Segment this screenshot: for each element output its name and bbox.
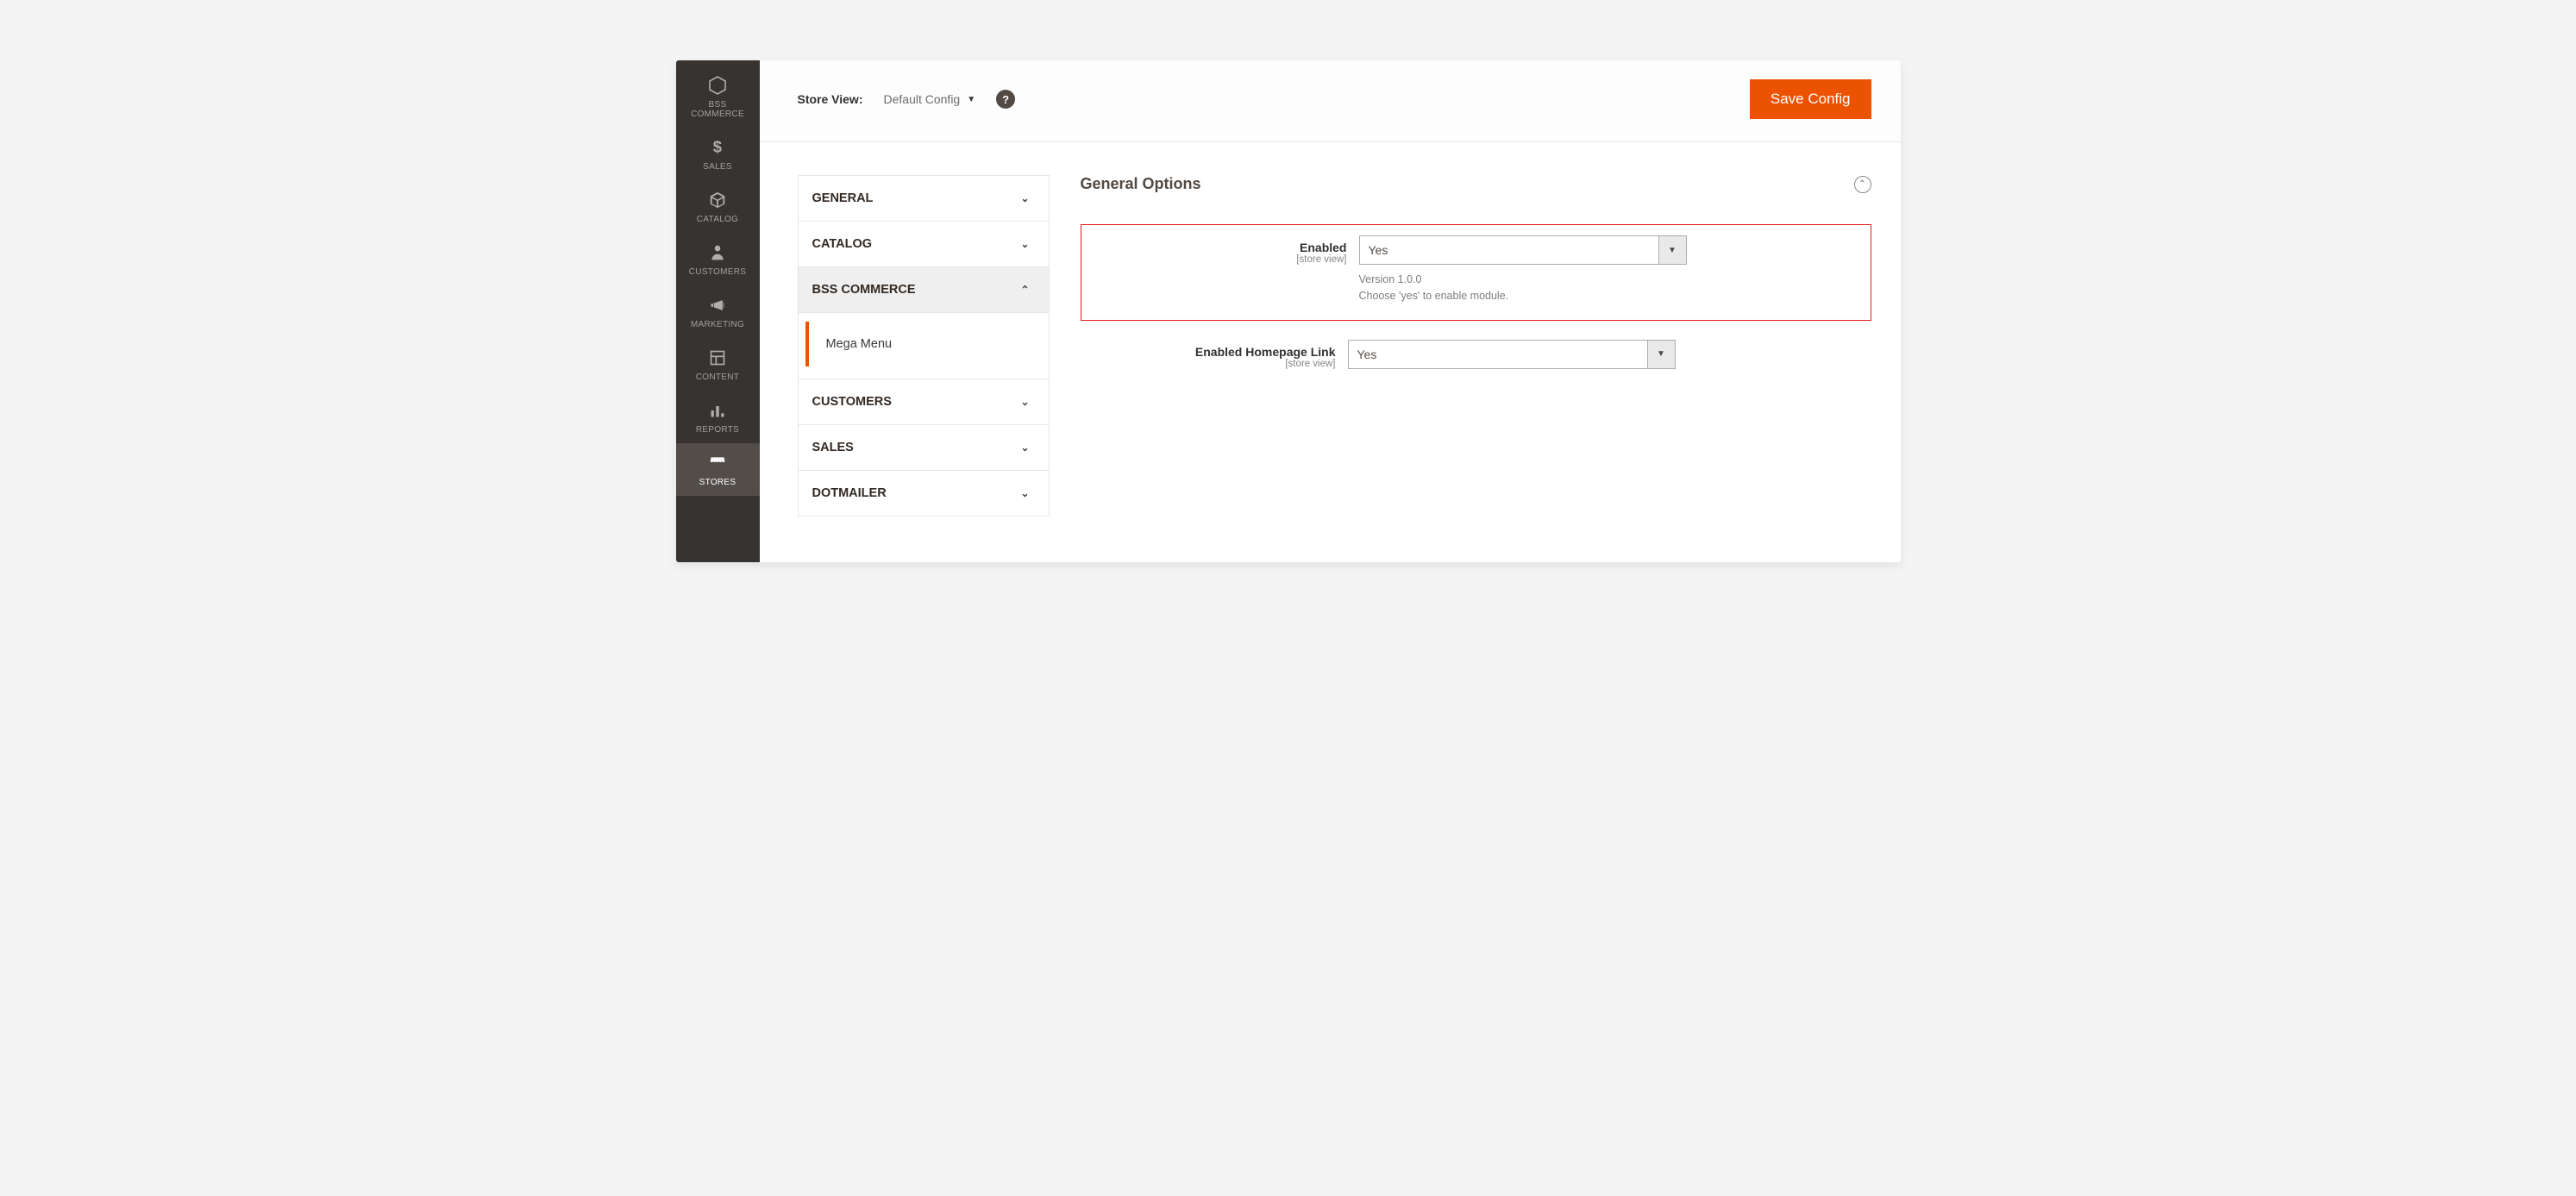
nav-label: SALES: [703, 162, 732, 172]
config-tabs: GENERAL ⌄ CATALOG ⌄ BSS COMMERCE ⌃ Mega …: [798, 175, 1050, 517]
nav-bss-commerce[interactable]: BSS COMMERCE: [676, 66, 760, 128]
admin-nav: BSS COMMERCE $ SALES CATALOG CUSTOMERS M…: [676, 60, 760, 562]
tab-catalog[interactable]: CATALOG ⌄: [799, 222, 1049, 267]
chevron-down-icon: ⌄: [1020, 396, 1029, 408]
field-label: Enabled Homepage Link [store view]: [1081, 340, 1336, 369]
nav-label: CONTENT: [696, 373, 739, 382]
bars-icon: [709, 399, 726, 422]
field-control: Yes ▼ Version 1.0.0 Choose 'yes' to enab…: [1359, 235, 1687, 304]
chevron-down-icon: ⌄: [1020, 238, 1029, 250]
scope-hint: [store view]: [1092, 254, 1347, 265]
field-enabled: Enabled [store view] Yes ▼ Version 1.0.0…: [1081, 224, 1871, 321]
chevron-down-icon: ⌄: [1020, 487, 1029, 499]
nav-label: CUSTOMERS: [689, 267, 746, 277]
enabled-select[interactable]: Yes ▼: [1359, 235, 1687, 265]
field-control: Yes ▼: [1348, 340, 1676, 369]
svg-text:$: $: [713, 138, 722, 156]
tab-customers[interactable]: CUSTOMERS ⌄: [799, 379, 1049, 425]
store-icon: [708, 452, 727, 474]
nav-sales[interactable]: $ SALES: [676, 128, 760, 180]
app-window: BSS COMMERCE $ SALES CATALOG CUSTOMERS M…: [676, 60, 1901, 562]
nav-catalog[interactable]: CATALOG: [676, 180, 760, 233]
note-line: Choose 'yes' to enable module.: [1359, 288, 1687, 304]
help-icon[interactable]: ?: [996, 90, 1015, 109]
collapse-icon[interactable]: ⌃: [1854, 176, 1871, 193]
nav-label: REPORTS: [696, 425, 739, 435]
scope-label: Store View:: [798, 92, 863, 106]
main: Store View: Default Config ▼ ? Save Conf…: [760, 60, 1901, 562]
nav-marketing[interactable]: MARKETING: [676, 285, 760, 338]
tab-label: BSS COMMERCE: [812, 283, 916, 297]
megaphone-icon: [708, 294, 727, 316]
select-value: Yes: [1360, 236, 1658, 264]
tab-sales[interactable]: SALES ⌄: [799, 425, 1049, 471]
box-icon: [708, 189, 727, 211]
content: GENERAL ⌄ CATALOG ⌄ BSS COMMERCE ⌃ Mega …: [760, 142, 1901, 517]
scope-value: Default Config: [884, 92, 961, 106]
tab-label: DOTMAILER: [812, 486, 887, 500]
tab-label: CUSTOMERS: [812, 395, 892, 409]
scope-switcher: Store View: Default Config ▼ ?: [798, 90, 1016, 109]
tab-label: GENERAL: [812, 191, 874, 205]
layout-icon: [709, 347, 726, 369]
dollar-icon: $: [708, 136, 727, 159]
tab-label: CATALOG: [812, 237, 873, 251]
nav-customers[interactable]: CUSTOMERS: [676, 233, 760, 285]
panel: General Options ⌃ Enabled [store view] Y…: [1081, 175, 1901, 517]
chevron-down-icon: ⌄: [1020, 192, 1029, 204]
chevron-up-icon: ⌃: [1020, 284, 1029, 296]
field-label: Enabled [store view]: [1092, 235, 1347, 265]
tab-label: SALES: [812, 441, 854, 454]
nav-label: MARKETING: [691, 320, 744, 329]
nav-stores[interactable]: STORES: [676, 443, 760, 496]
subtab-mega-menu[interactable]: Mega Menu: [805, 322, 1042, 366]
tab-dotmailer[interactable]: DOTMAILER ⌄: [799, 471, 1049, 517]
label-text: Enabled Homepage Link: [1081, 345, 1336, 359]
nav-label: STORES: [699, 478, 736, 487]
enabled-homepage-link-select[interactable]: Yes ▼: [1348, 340, 1676, 369]
tab-general[interactable]: GENERAL ⌄: [799, 176, 1049, 222]
nav-reports[interactable]: REPORTS: [676, 391, 760, 443]
scope-hint: [store view]: [1081, 359, 1336, 369]
panel-title: General Options: [1081, 175, 1201, 193]
chevron-down-icon: ⌄: [1020, 441, 1029, 454]
nav-label: CATALOG: [697, 215, 738, 224]
hexagon-icon: [707, 74, 728, 97]
person-icon: [709, 241, 726, 264]
tab-bss-commerce[interactable]: BSS COMMERCE ⌃: [799, 267, 1049, 313]
select-value: Yes: [1349, 341, 1647, 368]
page-header: Store View: Default Config ▼ ? Save Conf…: [760, 60, 1901, 142]
label-text: Enabled: [1092, 241, 1347, 254]
nav-content[interactable]: CONTENT: [676, 338, 760, 391]
nav-label: BSS COMMERCE: [691, 100, 744, 119]
panel-header: General Options ⌃: [1081, 175, 1871, 193]
note-line: Version 1.0.0: [1359, 272, 1687, 288]
save-config-button[interactable]: Save Config: [1750, 79, 1871, 119]
caret-down-icon: ▼: [1647, 341, 1675, 368]
caret-down-icon: ▼: [967, 95, 975, 104]
field-note: Version 1.0.0 Choose 'yes' to enable mod…: [1359, 272, 1687, 304]
field-enabled-homepage-link: Enabled Homepage Link [store view] Yes ▼: [1081, 340, 1871, 369]
subtab-wrap: Mega Menu: [799, 313, 1049, 379]
caret-down-icon: ▼: [1658, 236, 1686, 264]
scope-select[interactable]: Default Config ▼: [884, 92, 976, 106]
